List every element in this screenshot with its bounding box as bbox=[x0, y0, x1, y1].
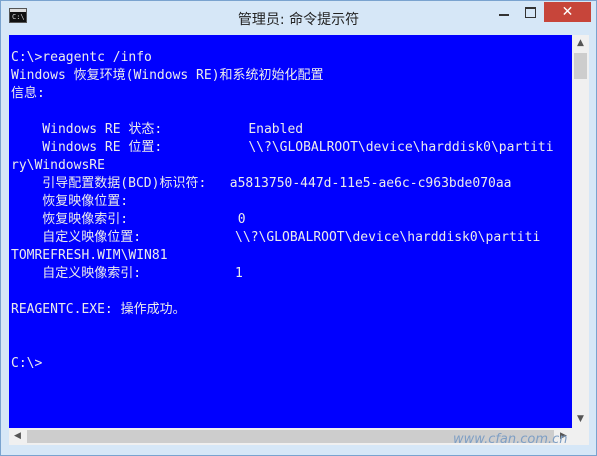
console-line: REAGENTC.EXE: 操作成功。 bbox=[11, 302, 186, 317]
console-line: 自定义映像索引: 1 bbox=[11, 266, 243, 281]
close-button[interactable]: ✕ bbox=[544, 2, 591, 22]
console-output[interactable]: C:\>reagentc /info Windows 恢复环境(Windows R… bbox=[9, 35, 572, 428]
console-line: 恢复映像位置: bbox=[11, 194, 129, 209]
close-icon: ✕ bbox=[561, 4, 574, 20]
console-line: 信息: bbox=[11, 86, 45, 101]
maximize-icon bbox=[525, 7, 536, 18]
arrow-left-icon[interactable]: ◀ bbox=[9, 428, 26, 445]
console-line: ry\WindowsRE bbox=[11, 158, 105, 173]
console-line: Windows 恢复环境(Windows RE)和系统初始化配置 bbox=[11, 68, 324, 83]
console-line: C:\>reagentc /info bbox=[11, 50, 152, 65]
arrow-up-icon[interactable]: ▲ bbox=[572, 35, 589, 52]
console-line: C:\> bbox=[11, 356, 43, 371]
watermark: www.cfan.com.cn bbox=[453, 432, 568, 447]
console-line: Windows RE 状态: Enabled bbox=[11, 122, 304, 137]
title-bar[interactable]: C:\ 管理员: 命令提示符 ✕ bbox=[1, 1, 596, 35]
scrollbar-corner bbox=[572, 428, 589, 445]
console-line: TOMREFRESH.WIM\WIN81 bbox=[11, 248, 168, 263]
vertical-scrollbar[interactable]: ▲ ▼ bbox=[572, 35, 589, 428]
console-line: 自定义映像位置: \\?\GLOBALROOT\device\harddisk0… bbox=[11, 230, 541, 245]
console-line: 引导配置数据(BCD)标识符: a5813750-447d-11e5-ae6c-… bbox=[11, 176, 512, 191]
console-line: 恢复映像索引: 0 bbox=[11, 212, 246, 227]
arrow-down-icon[interactable]: ▼ bbox=[572, 411, 589, 428]
vertical-scroll-thumb[interactable] bbox=[574, 53, 587, 79]
cmd-window: C:\ 管理员: 命令提示符 ✕ C:\>reagentc /info Windo… bbox=[0, 0, 597, 456]
minimize-button[interactable] bbox=[492, 2, 516, 22]
console-line: Windows RE 位置: \\?\GLOBALROOT\device\har… bbox=[11, 140, 554, 155]
maximize-button[interactable] bbox=[518, 2, 542, 22]
minimize-icon bbox=[499, 14, 509, 16]
